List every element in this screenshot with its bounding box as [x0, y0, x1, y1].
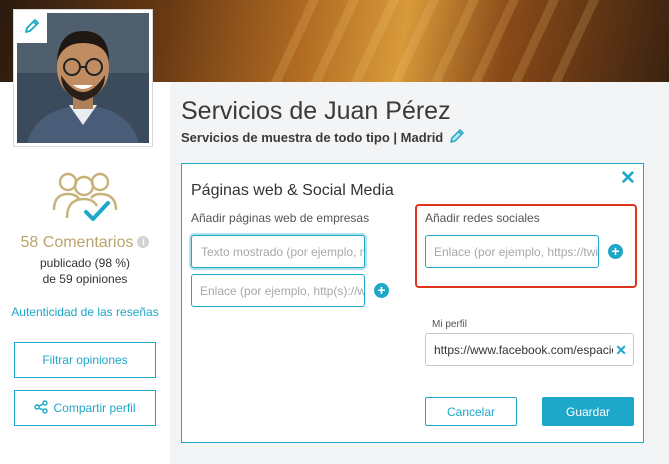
my-profile-input[interactable]: https://www.facebook.com/espacio. ✕ [425, 333, 634, 366]
page-title: Servicios de Juan Pérez [181, 97, 451, 125]
modal-title: Páginas web & Social Media [191, 182, 394, 199]
clear-icon[interactable]: ✕ [613, 342, 627, 359]
edit-photo-button[interactable] [17, 13, 47, 43]
subtitle-text: Servicios de muestra de todo tipo | Madr… [181, 130, 444, 145]
pencil-icon[interactable] [448, 127, 466, 148]
published-percentage: publicado (98 %) [39, 256, 131, 270]
pencil-icon [23, 17, 41, 40]
social-label: Añadir redes sociales [425, 211, 540, 225]
share-profile-button[interactable]: Compartir perfil [14, 390, 156, 426]
close-icon[interactable]: ✕ [620, 169, 636, 188]
page-subtitle: Servicios de muestra de todo tipo | Madr… [181, 127, 466, 148]
display-text-input[interactable]: Texto mostrado (por ejemplo, m [191, 235, 365, 268]
websites-label: Añadir páginas web de empresas [191, 211, 370, 225]
display-text-placeholder: Texto mostrado (por ejemplo, m [201, 244, 365, 259]
social-link-input[interactable]: Enlace (por ejemplo, https://twit [425, 235, 599, 268]
authenticity-link[interactable]: Autenticidad de las reseñas [0, 305, 170, 319]
my-profile-label: Mi perfil [432, 319, 468, 330]
plus-icon[interactable]: + [608, 244, 623, 259]
reviews-count: 58 Comentarios i [0, 234, 170, 252]
website-link-placeholder: Enlace (por ejemplo, http(s)://wv [200, 283, 365, 298]
filter-reviews-button[interactable]: Filtrar opiniones [14, 342, 156, 378]
filter-reviews-label: Filtrar opiniones [42, 353, 128, 367]
profile-page: 58 Comentarios i publicado (98 %) de 59 o… [0, 0, 669, 464]
my-profile-value: https://www.facebook.com/espacio. [434, 342, 622, 357]
website-link-input[interactable]: Enlace (por ejemplo, http(s)://wv [191, 274, 365, 307]
social-link-placeholder: Enlace (por ejemplo, https://twit [434, 244, 599, 259]
info-icon[interactable]: i [137, 236, 150, 248]
save-button[interactable]: Guardar [542, 397, 634, 426]
cancel-button[interactable]: Cancelar [425, 397, 517, 426]
share-icon [34, 399, 49, 417]
plus-icon[interactable]: + [374, 283, 389, 298]
opinions-total: de 59 opiniones [42, 272, 128, 286]
share-profile-label: Compartir perfil [53, 401, 136, 415]
reviews-count-label: 58 Comentarios [20, 234, 134, 251]
reviews-verified-icon [50, 168, 120, 231]
